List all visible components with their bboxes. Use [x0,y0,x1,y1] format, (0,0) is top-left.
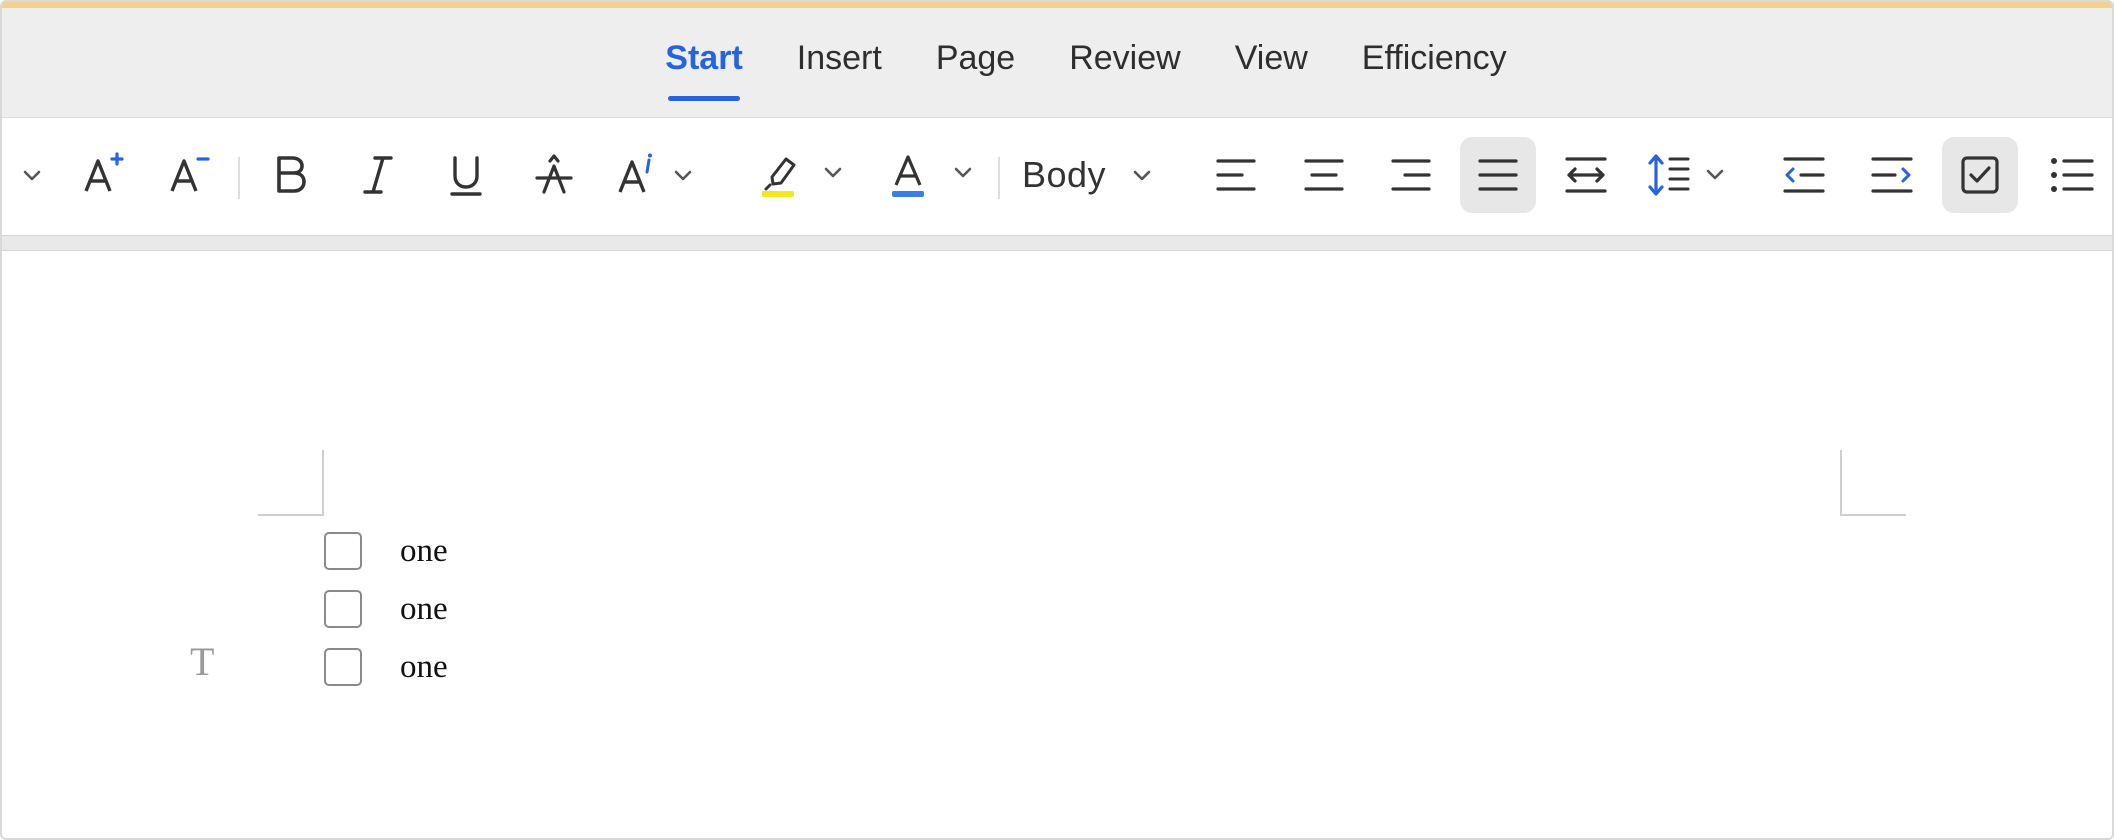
toolbar-divider [2,235,2112,251]
decrease-font-size-icon[interactable] [160,137,216,213]
justify-icon[interactable] [1460,137,1536,213]
line-spacing-icon[interactable] [1644,137,1740,213]
font-color-icon[interactable] [884,137,984,213]
todo-text[interactable]: one [400,591,448,628]
document-canvas[interactable]: T one one one [2,252,2112,838]
checklist-icon[interactable] [1942,137,2018,213]
chevron-down-icon [1130,163,1154,187]
toolbar-separator [998,157,1000,199]
todo-text[interactable]: one [400,649,448,686]
chevron-down-icon[interactable] [12,137,52,213]
tab-page[interactable]: Page [909,8,1042,117]
decrease-indent-icon[interactable] [1774,137,1834,213]
todo-list: one one one [324,522,448,696]
text-block-handle[interactable]: T [190,638,214,685]
distributed-icon[interactable] [1556,137,1616,213]
align-left-icon[interactable] [1206,137,1266,213]
tab-view[interactable]: View [1208,8,1335,117]
toolbar-separator [238,157,240,199]
page-margin-corner-right [1840,450,1906,516]
app-window: Start Insert Page Review View Efficiency [0,0,2114,840]
list-item: one [324,580,448,638]
tab-insert[interactable]: Insert [770,8,909,117]
page-margin-corner-left [258,450,324,516]
ribbon-tab-bar: Start Insert Page Review View Efficiency [2,8,2112,118]
align-right-icon[interactable] [1381,137,1441,213]
todo-checkbox[interactable] [324,648,362,686]
list-item: one [324,638,448,696]
underline-icon[interactable] [436,137,496,213]
tab-start[interactable]: Start [638,8,769,117]
strikethrough-icon[interactable] [524,137,584,213]
paragraph-style-dropdown[interactable]: Body [1022,137,1172,213]
text-effects-icon[interactable] [612,137,702,213]
increase-indent-icon[interactable] [1862,137,1922,213]
highlight-icon[interactable] [754,137,854,213]
italic-icon[interactable] [348,137,408,213]
tab-review[interactable]: Review [1042,8,1207,117]
align-center-icon[interactable] [1294,137,1354,213]
paragraph-style-label: Body [1022,154,1107,195]
bold-icon[interactable] [260,137,320,213]
bullet-list-icon[interactable] [2042,137,2102,213]
tab-efficiency[interactable]: Efficiency [1335,8,1534,117]
todo-checkbox[interactable] [324,532,362,570]
list-item: one [324,522,448,580]
ribbon-tabs: Start Insert Page Review View Efficiency [638,8,1533,117]
formatting-toolbar: Body [2,119,2112,235]
increase-font-size-icon[interactable] [74,137,130,213]
todo-checkbox[interactable] [324,590,362,628]
todo-text[interactable]: one [400,533,448,570]
